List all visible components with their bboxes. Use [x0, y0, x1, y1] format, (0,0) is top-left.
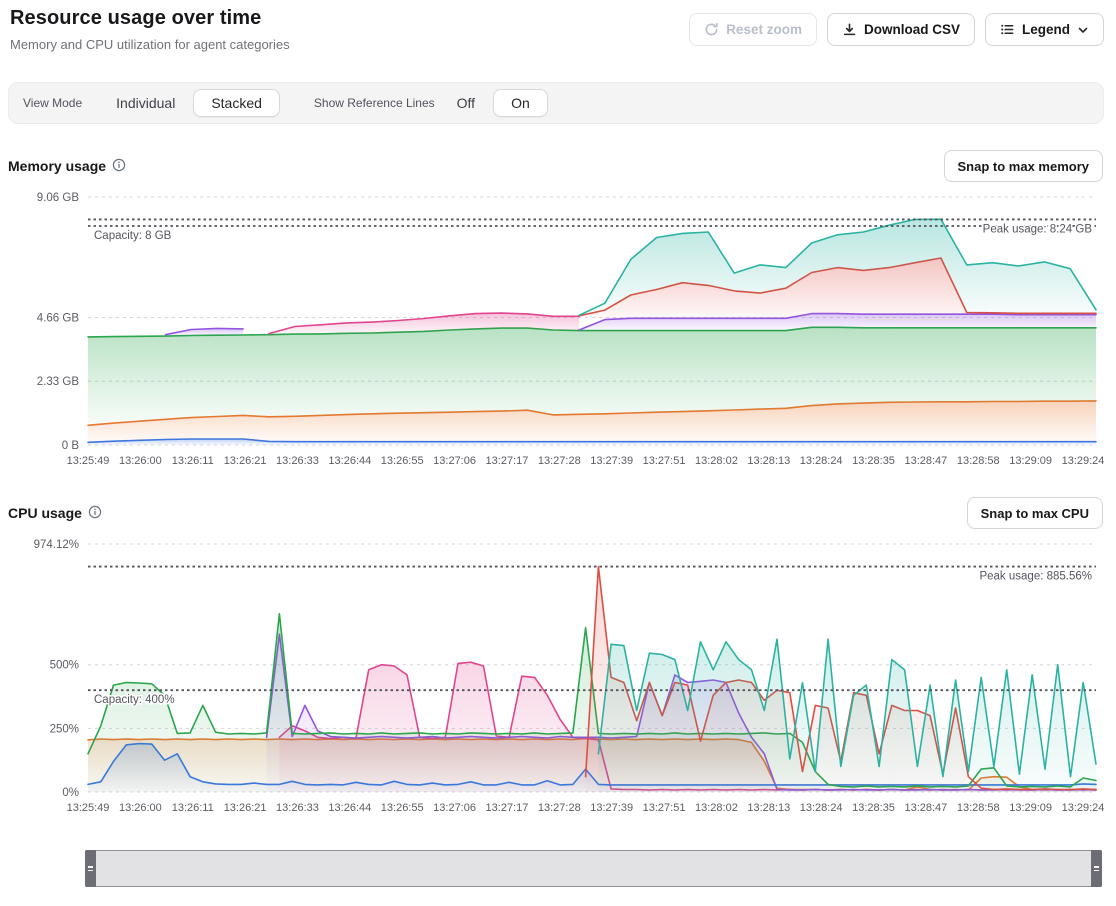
memory-xtick-label: 13:28:02 [695, 455, 738, 467]
info-icon[interactable] [88, 505, 102, 522]
memory-xtick-label: 13:28:13 [747, 455, 790, 467]
cpu-ytick-label: 974.12% [34, 539, 79, 551]
cpu-xtick-label: 13:26:11 [172, 802, 214, 814]
memory-reference-label: Peak usage: 8.24 GB [983, 223, 1093, 235]
download-csv-button[interactable]: Download CSV [827, 13, 975, 46]
cpu-ytick-label: 250% [50, 723, 79, 735]
cpu-series-teal-area [598, 639, 1096, 792]
cpu-xtick-label: 13:29:09 [1009, 802, 1052, 814]
memory-xtick-label: 13:26:00 [119, 455, 162, 467]
memory-xtick-label: 13:28:47 [904, 455, 947, 467]
memory-ytick-label: 2.33 GB [37, 376, 80, 388]
snap-to-max-cpu-button[interactable]: Snap to max CPU [967, 497, 1103, 529]
memory-xtick-label: 13:28:24 [800, 455, 843, 467]
cpu-xtick-label: 13:26:33 [276, 802, 319, 814]
memory-section-title: Memory usage [8, 158, 126, 175]
cpu-xtick-label: 13:28:13 [747, 802, 790, 814]
memory-xtick-label: 13:29:24 [1062, 455, 1104, 467]
memory-xtick-label: 13:28:58 [957, 455, 1000, 467]
cpu-xtick-label: 13:25:49 [67, 802, 110, 814]
cpu-ytick-label: 500% [50, 660, 79, 672]
cpu-xtick-label: 13:28:47 [904, 802, 947, 814]
legend-list-icon [1000, 22, 1015, 37]
legend-label: Legend [1022, 22, 1070, 37]
memory-xtick-label: 13:29:09 [1009, 455, 1052, 467]
show-reference-lines-label: Show Reference Lines [314, 96, 435, 110]
cpu-xtick-label: 13:28:58 [957, 802, 1000, 814]
memory-xtick-label: 13:28:35 [852, 455, 895, 467]
memory-xtick-label: 13:25:49 [67, 455, 110, 467]
cpu-xtick-label: 13:26:21 [224, 802, 267, 814]
memory-ytick-label: 4.66 GB [37, 312, 80, 324]
snap-to-max-memory-button[interactable]: Snap to max memory [944, 150, 1104, 182]
cpu-section-header: CPU usage Snap to max CPU [8, 497, 1103, 529]
memory-xtick-label: 13:26:33 [276, 455, 319, 467]
cpu-chart-canvas[interactable]: 0% 250% 500% 974.12% Capacity: 400% Peak usag… [8, 532, 1104, 824]
cpu-xtick-label: 13:29:24 [1062, 802, 1104, 814]
cpu-xtick-label: 13:27:51 [643, 802, 686, 814]
cpu-xtick-label: 13:28:24 [800, 802, 843, 814]
toolbar: Reset zoom Download CSV Legend [689, 13, 1104, 46]
download-csv-label: Download CSV [864, 22, 960, 37]
memory-xtick-label: 13:26:44 [328, 455, 371, 467]
cpu-xtick-label: 13:27:39 [590, 802, 633, 814]
cpu-title-text: CPU usage [8, 505, 82, 521]
memory-xtick-label: 13:26:11 [172, 455, 214, 467]
memory-reference-label: Capacity: 8 GB [94, 230, 172, 242]
cpu-xtick-label: 13:26:00 [119, 802, 162, 814]
legend-button[interactable]: Legend [985, 13, 1104, 46]
memory-ytick-label: 9.06 GB [37, 192, 80, 204]
cpu-xtick-label: 13:28:02 [695, 802, 738, 814]
reference-lines-off-option[interactable]: Off [447, 89, 485, 117]
brush-handle-right[interactable] [1091, 850, 1102, 887]
cpu-xtick-label: 13:26:55 [381, 802, 424, 814]
cpu-reference-label: Peak usage: 885.56% [979, 571, 1092, 583]
memory-xtick-label: 13:27:17 [486, 455, 529, 467]
memory-xtick-label: 13:27:51 [643, 455, 686, 467]
chart-controls-bar: View Mode Individual Stacked Show Refere… [8, 82, 1104, 124]
memory-xtick-label: 13:26:21 [224, 455, 267, 467]
cpu-ytick-label: 0% [62, 787, 79, 799]
memory-xtick-label: 13:27:28 [538, 455, 581, 467]
reference-lines-on-option[interactable]: On [493, 89, 548, 117]
reset-zoom-label: Reset zoom [726, 22, 802, 37]
memory-xtick-label: 13:26:55 [381, 455, 424, 467]
memory-title-text: Memory usage [8, 158, 106, 174]
cpu-xtick-label: 13:26:44 [328, 802, 371, 814]
cpu-xtick-label: 13:27:17 [486, 802, 529, 814]
brush-handle-left[interactable] [85, 850, 96, 887]
cpu-xtick-label: 13:27:06 [433, 802, 476, 814]
memory-section-header: Memory usage Snap to max memory [8, 150, 1103, 182]
resource-usage-dashboard: Resource usage over time Memory and CPU … [0, 0, 1116, 906]
info-icon[interactable] [112, 158, 126, 175]
memory-xtick-label: 13:27:06 [433, 455, 476, 467]
view-mode-individual-option[interactable]: Individual [106, 89, 185, 117]
download-icon [842, 22, 857, 37]
memory-ytick-label: 0 B [62, 440, 80, 452]
chevron-down-icon [1077, 24, 1089, 36]
page-subtitle: Memory and CPU utilization for agent cat… [10, 37, 290, 52]
cpu-section-title: CPU usage [8, 505, 102, 522]
page-title: Resource usage over time [10, 7, 261, 30]
view-mode-label: View Mode [23, 96, 82, 110]
cpu-xtick-label: 13:27:28 [538, 802, 581, 814]
view-mode-stacked-option[interactable]: Stacked [193, 89, 280, 117]
memory-chart-canvas[interactable]: 0 B 2.33 GB 4.66 GB 9.06 GB Capacity: 8 GB Pe… [8, 185, 1104, 477]
cpu-xtick-label: 13:28:35 [852, 802, 895, 814]
time-range-brush[interactable] [85, 850, 1102, 887]
reset-zoom-icon [704, 22, 719, 37]
cpu-reference-label: Capacity: 400% [94, 694, 175, 706]
memory-xtick-label: 13:27:39 [590, 455, 633, 467]
reset-zoom-button[interactable]: Reset zoom [689, 13, 817, 46]
